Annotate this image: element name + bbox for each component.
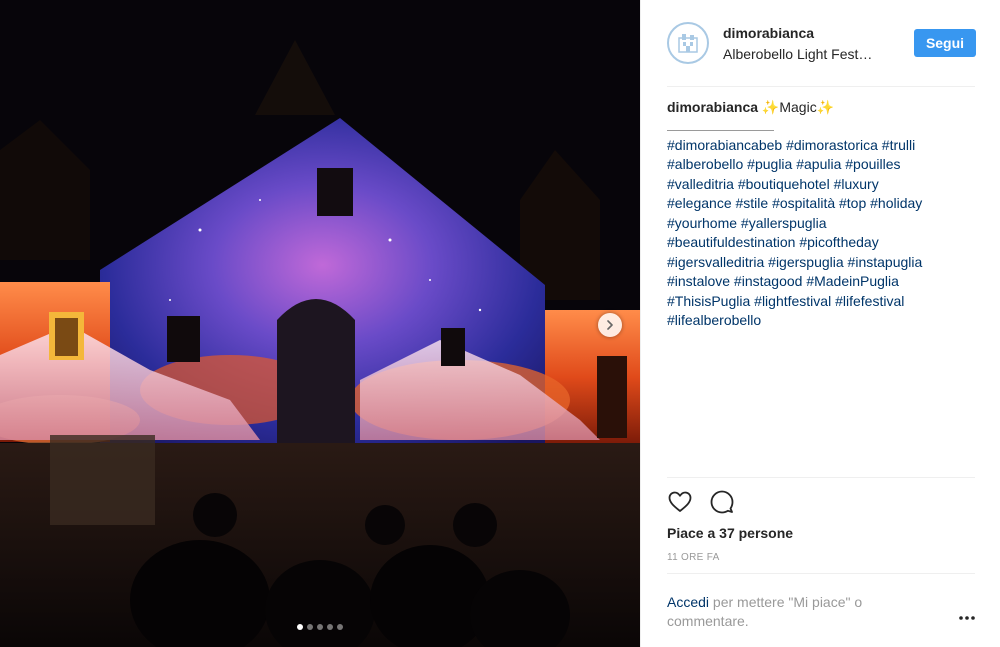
hashtag-line: #dimorabiancabeb #dimorastorica #trulli <box>667 136 977 156</box>
carousel-next-button[interactable] <box>598 313 622 337</box>
hashtag-line: #alberobello #puglia #apulia #pouilles <box>667 155 977 175</box>
caption-text: ✨Magic✨ <box>761 99 835 115</box>
hashtag-line: #beautifuldestination #picoftheday <box>667 233 977 253</box>
hashtag-line: #yourhome #yallerspuglia <box>667 214 977 234</box>
follow-button[interactable]: Segui <box>914 29 976 57</box>
hashtag-link[interactable]: #igersvalleditria #igerspuglia #instapug… <box>667 254 922 270</box>
carousel-indicator <box>0 624 640 630</box>
login-link[interactable]: Accedi <box>667 594 709 610</box>
hashtag-line: #lifealberobello <box>667 311 977 331</box>
avatar[interactable] <box>667 22 709 64</box>
hashtag-link[interactable]: #dimorabiancabeb #dimorastorica #trulli <box>667 137 915 153</box>
chevron-right-icon <box>607 320 613 330</box>
more-options-icon[interactable] <box>957 612 977 624</box>
location-link[interactable]: Alberobello Light Fest… <box>723 46 903 62</box>
hashtag-link[interactable]: #alberobello #puglia #apulia #pouilles <box>667 156 901 172</box>
likes-count[interactable]: Piace a 37 persone <box>667 525 793 541</box>
hashtag-line: #instalove #instagood #MadeinPuglia <box>667 272 977 292</box>
hashtags: #dimorabiancabeb #dimorastorica #trulli … <box>667 136 977 331</box>
hashtag-line: #ThisisPuglia #lightfestival #lifefestiv… <box>667 292 977 312</box>
username[interactable]: dimorabianca <box>723 25 814 41</box>
post-header: dimorabianca Alberobello Light Fest… Seg… <box>641 0 1000 86</box>
divider <box>667 86 975 87</box>
comment-button[interactable] <box>709 489 735 515</box>
carousel-dot <box>337 624 343 630</box>
like-button[interactable] <box>667 489 693 515</box>
hashtag-link[interactable]: #elegance #stile #ospitalità #top #holid… <box>667 195 922 211</box>
divider <box>667 573 975 574</box>
carousel-dot <box>327 624 333 630</box>
caption-username[interactable]: dimorabianca <box>667 99 758 115</box>
hashtag-line: #igersvalleditria #igerspuglia #instapug… <box>667 253 977 273</box>
hashtag-link[interactable]: #instalove #instagood #MadeinPuglia <box>667 273 899 289</box>
hashtag-link[interactable]: #lifealberobello <box>667 312 761 328</box>
hashtag-line: #elegance #stile #ospitalità #top #holid… <box>667 194 977 214</box>
caption-first-line: dimorabianca ✨Magic✨ <box>667 98 977 118</box>
post-caption: dimorabianca ✨Magic✨ #dimorabiancabeb #d… <box>667 98 977 331</box>
divider <box>667 477 975 478</box>
hashtag-link[interactable]: #yourhome #yallerspuglia <box>667 215 827 231</box>
hashtag-link[interactable]: #ThisisPuglia #lightfestival #lifefestiv… <box>667 293 904 309</box>
building-logo-icon <box>678 34 698 53</box>
hashtag-link[interactable]: #beautifuldestination #picoftheday <box>667 234 879 250</box>
carousel-dot <box>307 624 313 630</box>
post-timestamp: 11 ORE FA <box>667 552 720 563</box>
post-panel: dimorabianca Alberobello Light Fest… Seg… <box>640 0 1000 647</box>
hashtag-link[interactable]: #valleditria #boutiquehotel #luxury <box>667 176 879 192</box>
comment-icon <box>710 490 734 514</box>
post-actions <box>667 489 735 515</box>
caption-rule <box>667 129 774 131</box>
post-media[interactable] <box>0 0 640 647</box>
heart-icon <box>668 491 692 512</box>
hashtag-line: #valleditria #boutiquehotel #luxury <box>667 175 977 195</box>
carousel-dot <box>317 624 323 630</box>
login-prompt: Accedi per mettere "Mi piace" o commenta… <box>667 593 927 631</box>
carousel-dot <box>297 624 303 630</box>
post-photo <box>0 0 640 647</box>
